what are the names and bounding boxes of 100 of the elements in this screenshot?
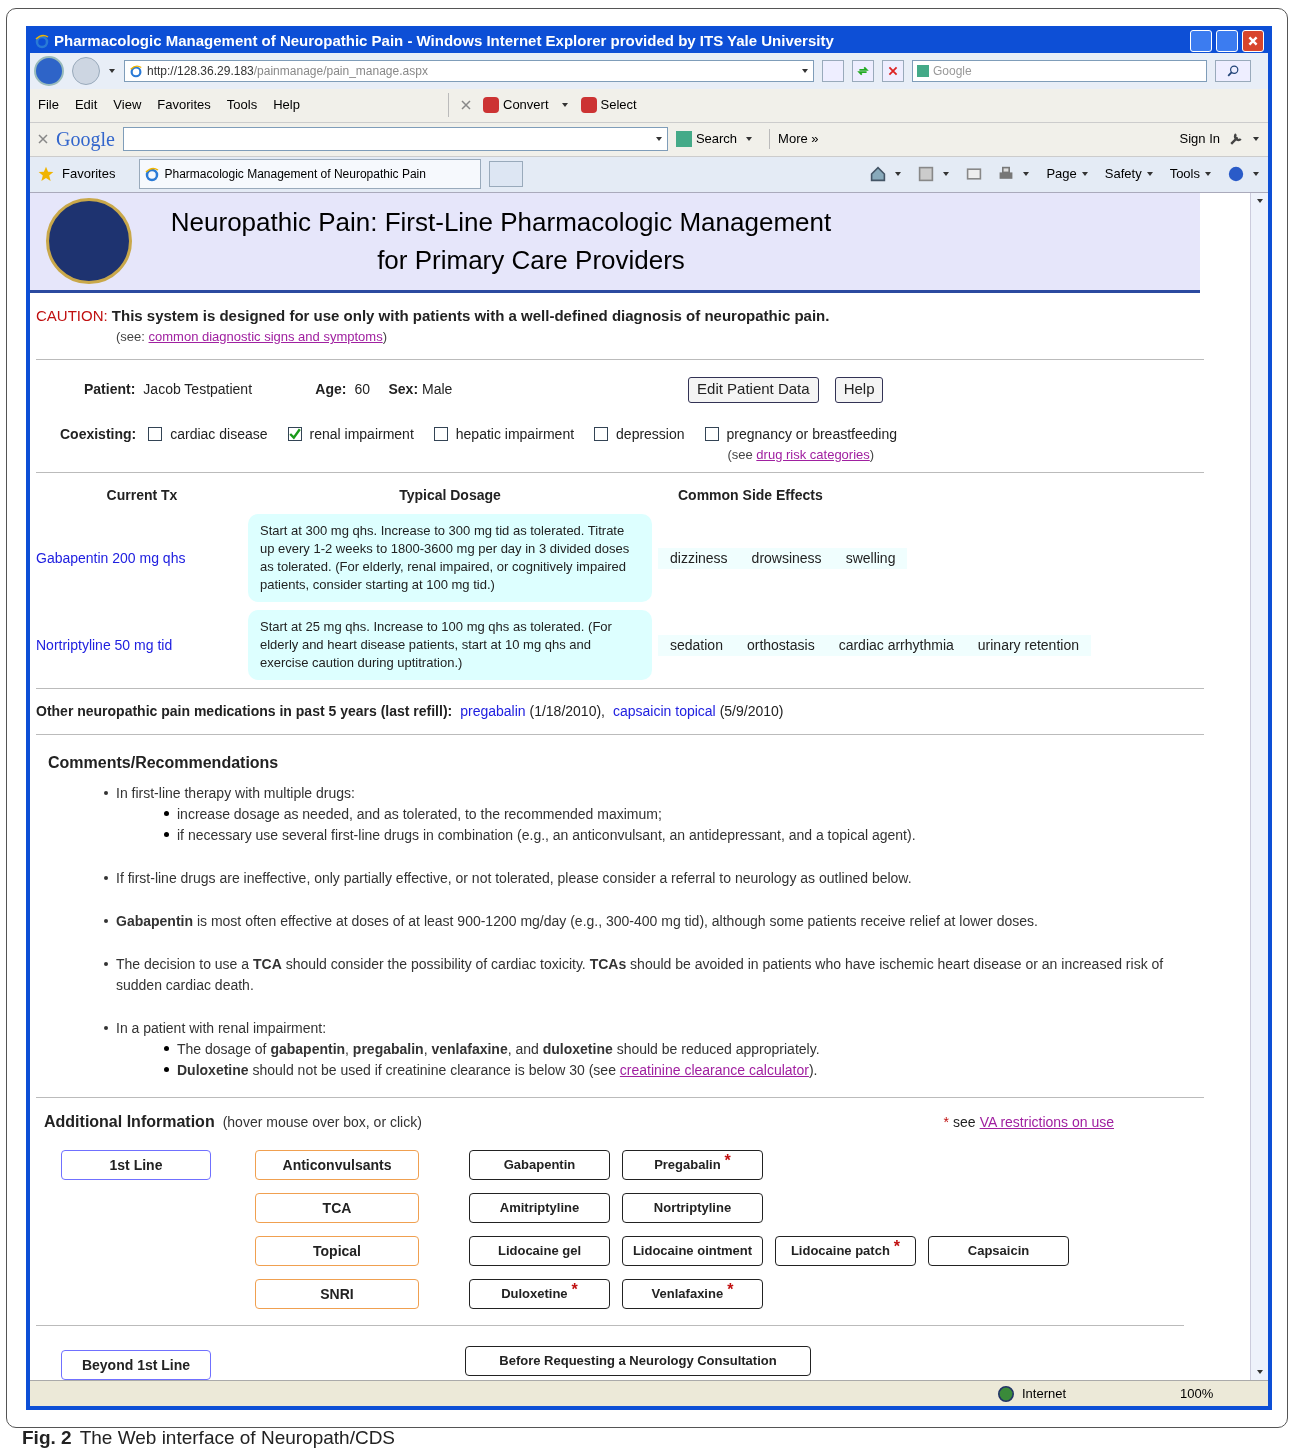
caret-icon[interactable] [1252, 170, 1260, 178]
beyond-first-line-button[interactable]: Beyond 1st Line [61, 1350, 211, 1380]
caret-icon[interactable] [560, 101, 569, 109]
caret-icon[interactable] [654, 135, 663, 143]
drug-button[interactable]: Lidocaine patch * [775, 1236, 916, 1266]
drug-button[interactable]: Nortriptyline [622, 1193, 763, 1223]
drug-class-button[interactable]: Anticonvulsants [255, 1150, 419, 1180]
caret-icon[interactable] [1255, 196, 1264, 205]
drug-button[interactable]: Amitriptyline [469, 1193, 610, 1223]
med-link[interactable]: pregabalin [460, 703, 526, 719]
google-search-field[interactable] [122, 127, 668, 151]
side-effect: drowsiness [750, 548, 823, 568]
first-line-button[interactable]: 1st Line [61, 1150, 211, 1180]
condition-checkbox[interactable]: renal impairment [287, 423, 414, 445]
note-suffix: ) [869, 446, 875, 462]
bullet-icon [104, 876, 108, 880]
toolbar-button[interactable]: Convert [483, 95, 569, 115]
checkbox[interactable] [287, 427, 302, 441]
command-menu[interactable]: Safety [1104, 164, 1154, 184]
risk-categories-link[interactable]: drug risk categories [756, 446, 870, 462]
refresh-button[interactable] [852, 59, 874, 82]
caret-icon[interactable] [1255, 1368, 1264, 1376]
bullet-icon [164, 811, 169, 816]
drug-class-button[interactable]: TCA [255, 1193, 419, 1223]
browser-tab[interactable]: Pharmacologic Management of Neuropathic Pain [139, 159, 482, 189]
current-drug-link[interactable]: Nortriptyline 50 mg tid [36, 634, 248, 656]
drug-class-button[interactable]: Topical [255, 1236, 419, 1266]
calculator-link[interactable]: creatinine clearance calculator [619, 1062, 809, 1078]
caret-icon[interactable] [1022, 170, 1031, 178]
zoom-level[interactable]: 100% [1180, 1383, 1260, 1404]
more-button[interactable]: More » [769, 129, 819, 149]
checkbox[interactable] [594, 427, 609, 441]
other-meds-label: Other neuropathic pain medications in past 5 years (last refill): [36, 703, 453, 719]
section-hint: (hover mouse over box, or click) [222, 1112, 422, 1132]
drug-button[interactable]: Pregabalin * [622, 1150, 763, 1180]
comment-text: Gabapentin is most often effective at doses of at least 900-1200 mg/day (e.g., 300-400 mg tid), although some patients receive relief at lower doses. [116, 912, 1038, 931]
bullet-icon [104, 1026, 108, 1030]
checkbox[interactable] [148, 427, 163, 441]
drug-button[interactable]: Duloxetine * [469, 1279, 610, 1309]
menu-item[interactable]: View [113, 95, 142, 115]
toolbar-button[interactable]: Select [580, 95, 637, 115]
refresh-icon [857, 64, 869, 77]
neurology-button[interactable]: Before Requesting a Neurology Consultation [465, 1346, 811, 1376]
address-field[interactable]: http://128.36.29.183/painmanage/pain_manage.aspx [124, 59, 814, 82]
search-button[interactable] [1215, 59, 1251, 82]
drug-button[interactable]: Lidocaine ointment [622, 1236, 763, 1266]
drug-button[interactable]: Gabapentin [469, 1150, 610, 1180]
drug-button[interactable]: Lidocaine gel [469, 1236, 610, 1266]
see-prefix: (see: [116, 329, 146, 344]
action-button[interactable]: Help [834, 376, 884, 403]
caret-icon[interactable] [801, 66, 809, 75]
wrench-icon[interactable] [1228, 131, 1244, 147]
condition-checkbox[interactable]: hepatic impairment [433, 423, 575, 445]
printer-icon[interactable] [998, 166, 1015, 182]
drug-button[interactable]: Capsaicin [928, 1236, 1069, 1266]
close-icon[interactable] [38, 134, 48, 144]
close-toolbar-icon[interactable] [461, 100, 471, 110]
favorites-button[interactable]: Favorites [62, 164, 116, 184]
symptoms-link[interactable]: common diagnostic signs and symptoms [148, 329, 383, 344]
search-button[interactable]: Search [675, 129, 738, 149]
caret-icon[interactable] [1204, 170, 1212, 178]
drug-button[interactable]: Venlafaxine * [622, 1279, 763, 1309]
condition-checkbox[interactable]: depression [594, 423, 685, 445]
restrictions-link[interactable]: VA restrictions on use [979, 1111, 1114, 1133]
caret-icon[interactable] [1252, 135, 1260, 143]
e-logo-icon [34, 33, 50, 50]
menu-item[interactable]: Favorites [157, 95, 211, 115]
stop-button[interactable] [882, 59, 904, 82]
e-logo-icon [144, 166, 161, 182]
caret-icon[interactable] [894, 170, 903, 178]
checkbox[interactable] [433, 427, 448, 441]
caret-icon[interactable] [108, 66, 116, 75]
minimize-button[interactable] [1190, 30, 1212, 53]
comment-text: In first-line therapy with multiple drugs: [116, 784, 356, 803]
menu-item[interactable]: File [38, 95, 59, 115]
restriction-mark: * [943, 1112, 950, 1132]
side-effect: sedation [669, 635, 724, 655]
sign-in-link[interactable]: Sign In [1179, 129, 1220, 149]
refill-date: (5/9/2010) [719, 703, 784, 719]
menu-item[interactable]: Help [273, 95, 300, 115]
caret-icon[interactable] [1145, 170, 1154, 178]
close-button[interactable] [1242, 30, 1264, 53]
condition-checkbox[interactable]: cardiac disease [148, 423, 268, 445]
med-link[interactable]: capsaicin topical [613, 703, 716, 719]
maximize-button[interactable] [1216, 30, 1238, 53]
current-drug-link[interactable]: Gabapentin 200 mg qhs [36, 547, 248, 569]
home-icon[interactable] [870, 166, 887, 182]
caret-icon[interactable] [942, 170, 951, 178]
scrollbar[interactable] [1250, 192, 1268, 1380]
caret-icon[interactable] [1080, 170, 1089, 178]
menu-item[interactable]: Tools [226, 95, 258, 115]
caret-icon[interactable] [745, 135, 754, 143]
action-button[interactable]: Edit Patient Data [688, 376, 819, 403]
checkbox[interactable] [704, 427, 719, 441]
command-menu[interactable]: Page [1046, 164, 1089, 184]
drug-class-button[interactable]: SNRI [255, 1279, 419, 1309]
command-menu[interactable]: Tools [1169, 164, 1212, 184]
menu-item[interactable]: Edit [74, 95, 98, 115]
back-button[interactable] [34, 55, 64, 86]
condition-checkbox[interactable]: pregnancy or breastfeeding [704, 423, 897, 445]
